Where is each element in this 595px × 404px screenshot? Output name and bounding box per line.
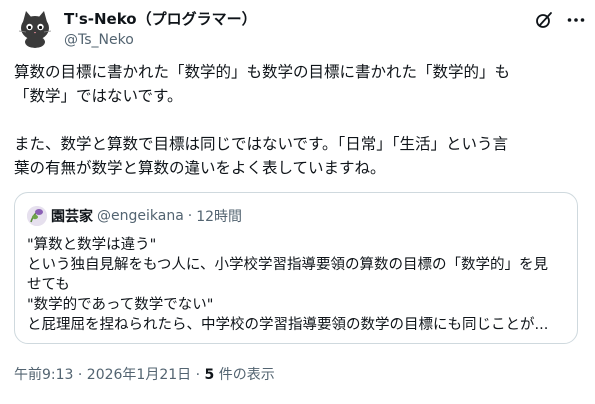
quoted-author-handle[interactable]: @engeikana — [97, 208, 184, 224]
cat-avatar-image — [14, 6, 56, 48]
tweet-header: T's-Neko（プログラマー） @Ts_Neko — [14, 4, 586, 52]
quoted-tweet[interactable]: 園芸家 @engeikana · 12時間 "算数と数学は違う" という独自見解をもつ… — [14, 192, 578, 344]
author-handle[interactable]: @Ts_Neko — [64, 31, 257, 49]
more-icon[interactable] — [566, 10, 586, 30]
quoted-tweet-text: "算数と数学は違う" という独自見解をもつ人に、小学校学習指導要領の算数の目標の… — [27, 237, 549, 333]
quoted-author-name[interactable]: 園芸家 — [51, 206, 93, 226]
views-label[interactable]: 件の表示 — [219, 367, 275, 383]
author-display-name[interactable]: T's-Neko（プログラマー） — [64, 10, 257, 28]
tweet-text: 算数の目標に書かれた「数学的」も数学の目標に書かれた「数学的」も 「数学」ではな… — [14, 63, 511, 177]
quoted-author-avatar[interactable] — [27, 205, 47, 226]
author-avatar[interactable] — [14, 6, 56, 48]
quoted-separator: · — [187, 207, 193, 224]
quoted-time[interactable]: 12時間 — [196, 206, 242, 226]
tweet-footer: 午前9:13 · 2026年1月21日 · 5 件の表示 — [14, 364, 275, 384]
grok-icon[interactable] — [534, 10, 554, 30]
author-name-block: T's-Neko（プログラマー） @Ts_Neko — [64, 10, 257, 49]
quoted-tweet-header: 園芸家 @engeikana · 12時間 — [27, 205, 242, 226]
tweet-timestamp[interactable]: 午前9:13 · 2026年1月21日 · — [14, 367, 200, 383]
flower-avatar-image — [27, 205, 47, 226]
views-count[interactable]: 5 — [205, 367, 215, 383]
